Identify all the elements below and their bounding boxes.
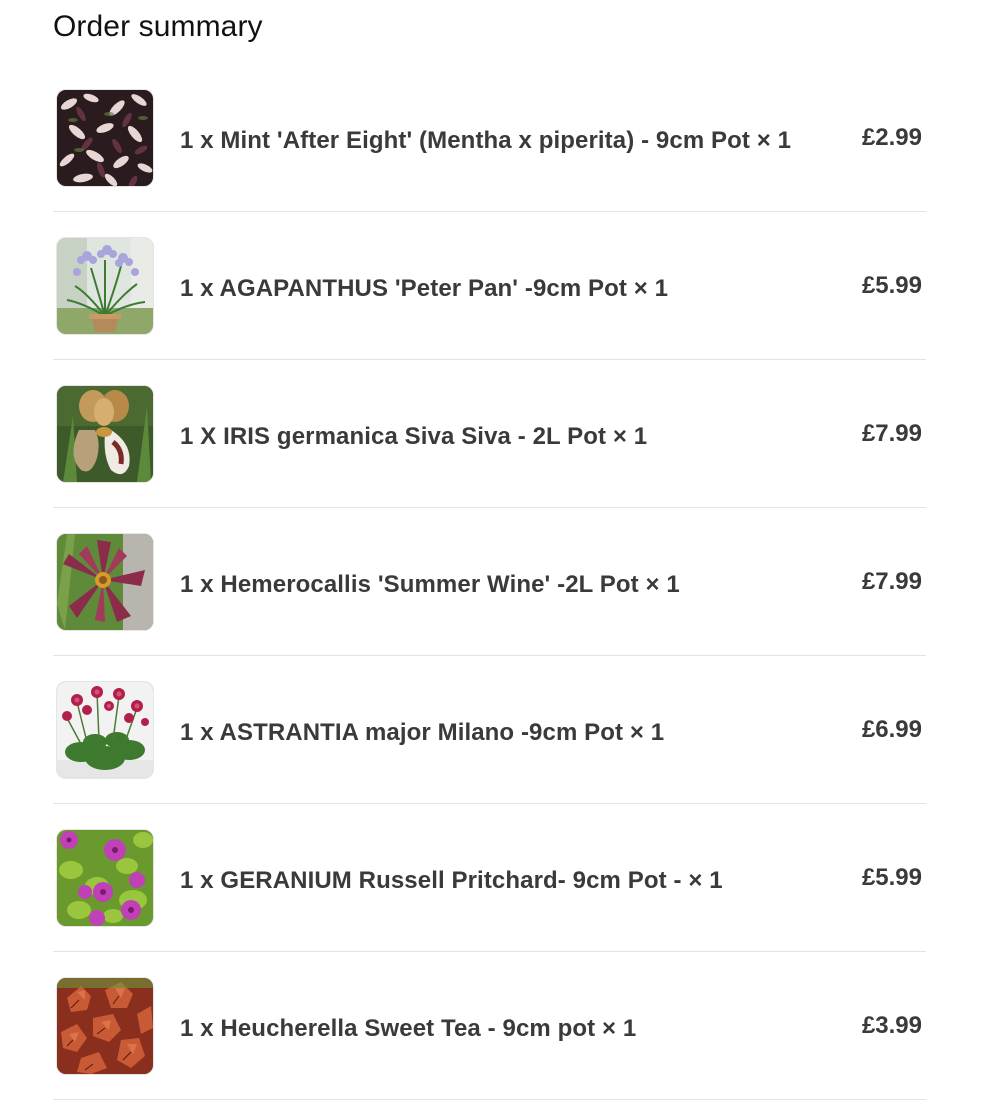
item-price: £6.99 [861, 716, 922, 743]
order-summary-title: Order summary [53, 10, 263, 43]
item-price: £5.99 [861, 864, 922, 891]
item-description: 1 x ASTRANTIA major Milano -9cm Pot × 1 [180, 719, 665, 746]
mint-plant-image [57, 90, 153, 186]
item-description: 1 X IRIS germanica Siva Siva - 2L Pot × … [180, 423, 648, 450]
item-description: 1 x Hemerocallis 'Summer Wine' -2L Pot ×… [180, 571, 680, 598]
item-description: 1 x GERANIUM Russell Pritchard- 9cm Pot … [180, 867, 723, 894]
order-item: 1 x Heucherella Sweet Tea - 9cm pot × 1 … [53, 952, 926, 1100]
item-description: 1 x Mint 'After Eight' (Mentha x piperit… [180, 127, 792, 154]
item-price: £3.99 [861, 1012, 922, 1039]
order-item: 1 X IRIS germanica Siva Siva - 2L Pot × … [53, 360, 926, 508]
astrantia-plant-image [57, 682, 153, 778]
item-price: £2.99 [861, 124, 922, 151]
order-item: 1 x GERANIUM Russell Pritchard- 9cm Pot … [53, 804, 926, 952]
item-price: £7.99 [861, 420, 922, 447]
iris-plant-image [57, 386, 153, 482]
item-price: £7.99 [861, 568, 922, 595]
order-items-list: 1 x Mint 'After Eight' (Mentha x piperit… [53, 64, 926, 1100]
order-item: 1 x Mint 'After Eight' (Mentha x piperit… [53, 64, 926, 212]
geranium-plant-image [57, 830, 153, 926]
hemerocallis-plant-image [57, 534, 153, 630]
order-item: 1 x AGAPANTHUS 'Peter Pan' -9cm Pot × 1 … [53, 212, 926, 360]
order-item: 1 x Hemerocallis 'Summer Wine' -2L Pot ×… [53, 508, 926, 656]
item-description: 1 x Heucherella Sweet Tea - 9cm pot × 1 [180, 1015, 637, 1042]
item-price: £5.99 [861, 272, 922, 299]
item-description: 1 x AGAPANTHUS 'Peter Pan' -9cm Pot × 1 [180, 275, 669, 302]
agapanthus-plant-image [57, 238, 153, 334]
order-item: 1 x ASTRANTIA major Milano -9cm Pot × 1 … [53, 656, 926, 804]
heucherella-plant-image [57, 978, 153, 1074]
